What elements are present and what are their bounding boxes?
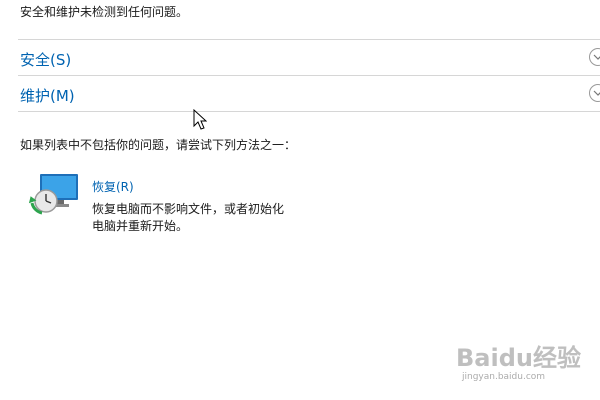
watermark: Baidu经验 jingyan.baidu.com (452, 338, 582, 388)
mouse-cursor-icon (193, 108, 208, 135)
divider (18, 75, 600, 76)
security-maintenance-page: 安全和维护未检测到任何问题。 安全(S) 维护(M) 如果列表中不包括你的问题，… (0, 0, 600, 400)
recovery-link[interactable]: 恢复(R) (92, 178, 134, 195)
hint-text: 如果列表中不包括你的问题，请尝试下列方法之一： (20, 138, 297, 152)
chevron-down-icon[interactable] (589, 48, 600, 66)
divider (18, 111, 600, 112)
recovery-computer-icon[interactable] (28, 172, 80, 218)
watermark-url: jingyan.baidu.com (462, 372, 546, 382)
section-maintenance[interactable]: 维护(M) (18, 77, 600, 111)
section-security-title: 安全(S) (20, 51, 72, 69)
recovery-description: 恢复电脑而不影响文件，或者初始化电脑并重新开始。 (92, 202, 285, 233)
section-maintenance-title: 维护(M) (20, 87, 75, 105)
watermark-logo: Baidu经验 (456, 344, 581, 372)
section-security[interactable]: 安全(S) (18, 41, 600, 75)
divider (18, 39, 600, 40)
chevron-down-icon[interactable] (589, 84, 600, 102)
status-message: 安全和维护未检测到任何问题。 (20, 5, 189, 19)
